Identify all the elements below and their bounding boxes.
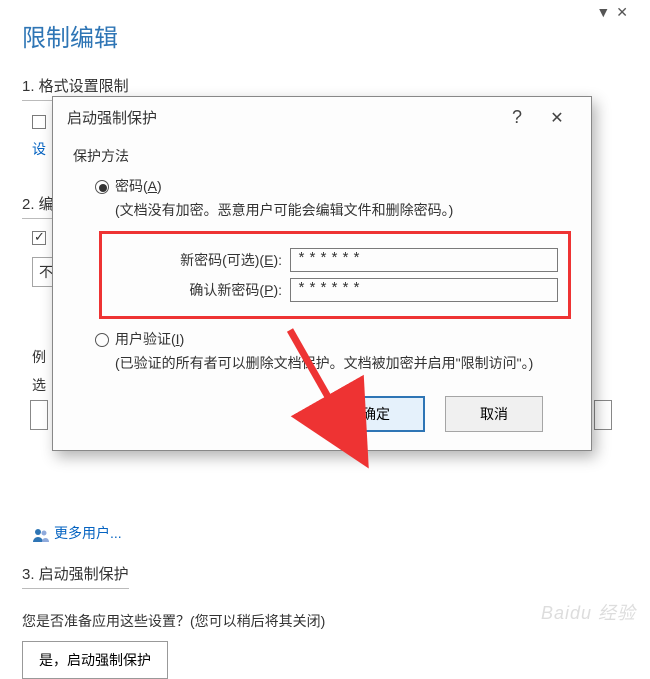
ok-button[interactable]: 确定 bbox=[327, 396, 425, 432]
section3-heading: 3. 启动强制保护 bbox=[22, 563, 129, 589]
people-icon bbox=[32, 528, 50, 542]
protection-method-label: 保护方法 bbox=[73, 146, 571, 166]
new-password-label: 新密码(可选)(E): bbox=[112, 250, 282, 270]
password-radio-desc: (文档没有加密。恶意用户可能会编辑文件和删除密码。) bbox=[115, 200, 571, 221]
panel-window-controls: ▼✕ bbox=[596, 4, 634, 21]
dialog-close-button[interactable]: ✕ bbox=[537, 108, 577, 128]
section2-heading: 2. 编 bbox=[22, 193, 54, 219]
cancel-button[interactable]: 取消 bbox=[445, 396, 543, 432]
allow-editing-checkbox[interactable] bbox=[32, 231, 46, 245]
start-enforcement-button[interactable]: 是，启动强制保护 bbox=[22, 641, 168, 679]
panel-close-icon[interactable]: ✕ bbox=[616, 4, 634, 20]
more-users-link[interactable]: 更多用户... bbox=[54, 525, 122, 541]
password-radio[interactable] bbox=[95, 180, 109, 194]
dialog-title: 启动强制保护 bbox=[67, 107, 497, 128]
groups-list-box-right[interactable] bbox=[594, 400, 612, 430]
userauth-radio-desc: (已验证的所有者可以删除文档保护。文档被加密并启用"限制访问"。) bbox=[115, 353, 571, 374]
password-fields-highlight: 新密码(可选)(E): ****** 确认新密码(P): ****** bbox=[99, 231, 571, 319]
panel-title: 限制编辑 bbox=[22, 18, 628, 53]
password-radio-label: 密码(A) bbox=[115, 178, 162, 194]
limit-formatting-checkbox[interactable] bbox=[32, 115, 46, 129]
userauth-radio[interactable] bbox=[95, 333, 109, 347]
apply-settings-prompt: 您是否准备应用这些设置？(您可以稍后将其关闭) bbox=[22, 611, 628, 631]
panel-dropdown-icon[interactable]: ▼ bbox=[596, 4, 616, 20]
userauth-radio-row[interactable]: 用户验证(I) bbox=[95, 329, 571, 349]
dialog-help-button[interactable]: ? bbox=[497, 107, 537, 128]
start-enforcement-dialog: 启动强制保护 ? ✕ 保护方法 密码(A) (文档没有加密。恶意用户可能会编辑文… bbox=[52, 96, 592, 451]
groups-list-box[interactable] bbox=[30, 400, 48, 430]
userauth-radio-label: 用户验证(I) bbox=[115, 331, 184, 347]
confirm-password-input[interactable]: ****** bbox=[290, 278, 558, 302]
password-radio-row[interactable]: 密码(A) bbox=[95, 176, 571, 196]
new-password-input[interactable]: ****** bbox=[290, 248, 558, 272]
confirm-password-label: 确认新密码(P): bbox=[112, 280, 282, 300]
